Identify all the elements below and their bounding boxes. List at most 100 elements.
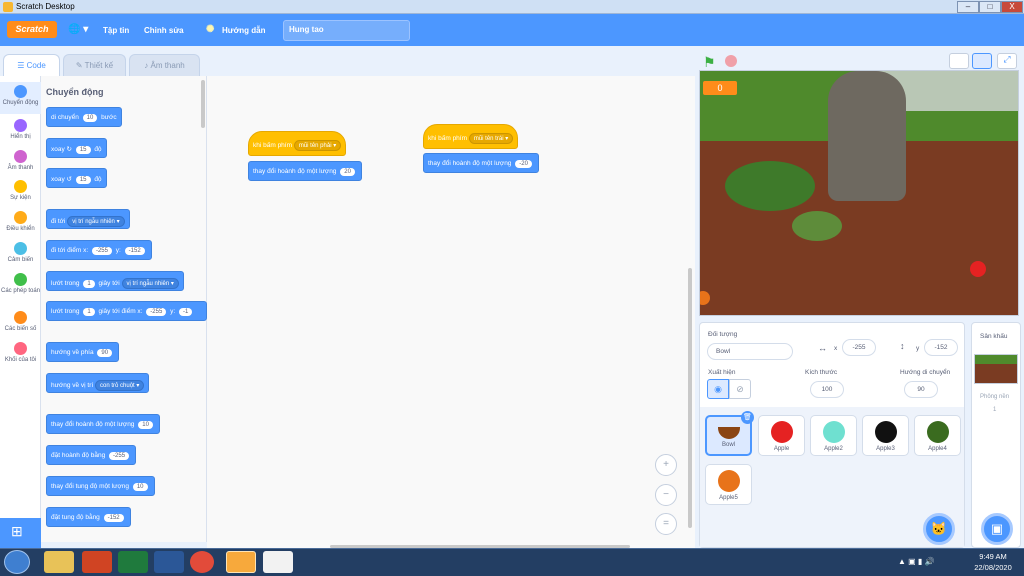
block-dropdown[interactable]: con trỏ chuột ▾ — [95, 380, 145, 391]
direction-input[interactable]: 90 — [904, 381, 938, 398]
category-sensing[interactable]: Cảm biến — [0, 242, 41, 264]
zoom-out-button[interactable]: − — [655, 484, 677, 506]
script-hat-left[interactable]: khi bấm phím mũi tên trái ▾ — [423, 124, 519, 149]
palette-scrollbar[interactable] — [201, 80, 205, 128]
block-goto[interactable]: đi tới vị trí ngẫu nhiên ▾ — [46, 209, 130, 229]
category-my-blocks[interactable]: Khối của tôi — [0, 342, 41, 364]
project-name-input[interactable]: Hung tao — [283, 20, 410, 41]
tray-icons[interactable]: ▲ ▣ ▮ 🔊 — [898, 557, 935, 566]
block-input[interactable]: 15 — [75, 146, 91, 154]
block-glide[interactable]: lướt trong 1 giây tới vị trí ngẫu nhiên … — [46, 271, 184, 291]
block-dropdown[interactable]: vị trí ngẫu nhiên ▾ — [67, 216, 125, 227]
block-input[interactable]: -20 — [515, 160, 532, 168]
delete-sprite-icon[interactable]: 🗑 — [741, 411, 754, 424]
block-change-x[interactable]: thay đổi hoành độ một lượng 10 — [46, 414, 160, 434]
block-input[interactable]: 10 — [132, 483, 148, 491]
block-change-y[interactable]: thay đổi tung độ một lượng 10 — [46, 476, 155, 496]
block-point-towards[interactable]: hướng về vị trí con trỏ chuột ▾ — [46, 373, 150, 393]
tab-sounds[interactable]: ♪ Âm thanh — [129, 54, 200, 76]
zoom-in-button[interactable]: + — [655, 454, 677, 476]
maximize-button[interactable]: □ — [979, 1, 1001, 13]
category-looks[interactable]: Hiển thị — [0, 119, 41, 141]
file-explorer-icon[interactable] — [44, 551, 74, 573]
key-dropdown[interactable]: mũi tên phải ▾ — [293, 140, 342, 151]
word-icon[interactable] — [154, 551, 184, 573]
sprite-tile-apple5[interactable]: Apple5 — [705, 464, 752, 505]
block-input[interactable]: -255 — [109, 452, 130, 460]
category-control[interactable]: Điều khiển — [0, 211, 41, 233]
clock-time[interactable]: 9:49 AM — [970, 552, 1016, 561]
block-input[interactable]: 15 — [75, 176, 91, 184]
block-goto-xy[interactable]: đi tới điểm x: -255 y: -152 — [46, 240, 152, 260]
script-hat-right[interactable]: khi bấm phím mũi tên phải ▾ — [248, 131, 347, 156]
block-input[interactable]: 1 — [83, 308, 95, 316]
category-variables[interactable]: Các biến số — [0, 311, 41, 333]
block-set-x[interactable]: đặt hoành độ bằng -255 — [46, 445, 137, 465]
size-input[interactable]: 100 — [810, 381, 844, 398]
fullscreen-icon[interactable]: ⤢ — [997, 53, 1017, 69]
sprite-tile-apple2[interactable]: Apple2 — [810, 415, 857, 456]
tab-code[interactable]: ☰ Code — [3, 54, 60, 76]
zoom-reset-button[interactable]: = — [655, 513, 677, 535]
block-input[interactable]: -255 — [146, 308, 167, 316]
sprite-tile-apple3[interactable]: Apple3 — [862, 415, 909, 456]
sprite-name-input[interactable]: Bowl — [707, 343, 793, 360]
block-input[interactable]: 90 — [97, 349, 113, 357]
excel-icon[interactable] — [118, 551, 148, 573]
block-input[interactable]: -152 — [124, 247, 145, 255]
block-point-direction[interactable]: hướng về phía 90 — [46, 342, 120, 362]
menu-edit[interactable]: Chỉnh sửa — [144, 26, 184, 35]
block-glide-xy[interactable]: lướt trong 1 giây tới điểm x: -255 y: -1 — [46, 301, 207, 321]
block-turn-right[interactable]: xoay ↻ 15 độ — [46, 138, 107, 158]
choose-sprite-cat-icon[interactable]: 🐱 — [923, 513, 955, 545]
block-input[interactable]: 1 — [83, 280, 95, 288]
apple-sprite[interactable] — [700, 291, 710, 305]
menu-tutorials[interactable]: Hướng dẫn — [222, 26, 265, 35]
stage-canvas[interactable]: 0 — [699, 70, 1019, 316]
scratch-logo[interactable]: Scratch — [7, 21, 57, 38]
y-input[interactable]: -152 — [924, 339, 958, 356]
small-stage-button[interactable] — [949, 53, 969, 69]
block-input[interactable]: -1 — [178, 308, 193, 316]
blank-document-icon[interactable] — [263, 551, 293, 573]
add-extension-button[interactable]: ⊞ — [0, 518, 41, 548]
category-sound[interactable]: Âm thanh — [0, 150, 41, 172]
tab-costumes[interactable]: ✎ Thiết kế — [63, 54, 126, 76]
category-motion[interactable]: Chuyển động — [0, 82, 41, 114]
block-input[interactable]: -152 — [103, 514, 124, 522]
minimize-button[interactable]: – — [957, 1, 979, 13]
hide-eye-icon[interactable]: ⊘ — [729, 379, 751, 399]
category-events[interactable]: Sự kiện — [0, 180, 41, 202]
block-input[interactable]: 20 — [340, 168, 355, 176]
key-dropdown[interactable]: mũi tên trái ▾ — [468, 133, 514, 144]
block-input[interactable]: -255 — [91, 247, 112, 255]
close-button[interactable]: X — [1001, 1, 1023, 13]
sprite-tile-apple[interactable]: Apple — [758, 415, 805, 456]
large-stage-button[interactable] — [972, 53, 992, 69]
scratch-taskbar-icon[interactable] — [226, 551, 256, 573]
category-operators[interactable]: Các phép toán — [0, 273, 41, 295]
start-button[interactable] — [4, 550, 30, 574]
menu-file[interactable]: Tập tin — [103, 26, 129, 35]
green-flag-icon[interactable]: ⚑ — [703, 54, 716, 71]
show-eye-icon[interactable]: ◉ — [707, 379, 729, 399]
block-move-steps[interactable]: di chuyển 10 bước — [46, 107, 122, 127]
apple-sprite[interactable] — [970, 261, 986, 277]
backdrop-thumbnail[interactable] — [974, 354, 1018, 384]
block-input[interactable]: 10 — [138, 421, 153, 429]
workspace-vertical-scrollbar[interactable] — [688, 268, 692, 528]
stop-icon[interactable] — [725, 55, 737, 67]
choose-backdrop-icon[interactable]: ▣ — [981, 513, 1013, 545]
sprite-tile-apple4[interactable]: Apple4 — [914, 415, 961, 456]
clock-date[interactable]: 22/08/2020 — [966, 563, 1020, 572]
x-input[interactable]: -255 — [842, 339, 876, 356]
language-globe-icon[interactable]: 🌐 ▾ — [68, 24, 88, 35]
block-dropdown[interactable]: vị trí ngẫu nhiên ▾ — [121, 278, 179, 289]
block-input[interactable]: 10 — [82, 114, 98, 122]
powerpoint-icon[interactable] — [82, 551, 112, 573]
block-turn-left[interactable]: xoay ↺ 15 độ — [46, 168, 107, 188]
script-block-change-x[interactable]: thay đổi hoành độ một lượng 20 — [248, 161, 362, 181]
script-block-change-x[interactable]: thay đổi hoành độ một lượng -20 — [423, 153, 539, 173]
block-set-y[interactable]: đặt tung độ bằng -152 — [46, 507, 131, 527]
chrome-icon[interactable] — [190, 551, 214, 573]
